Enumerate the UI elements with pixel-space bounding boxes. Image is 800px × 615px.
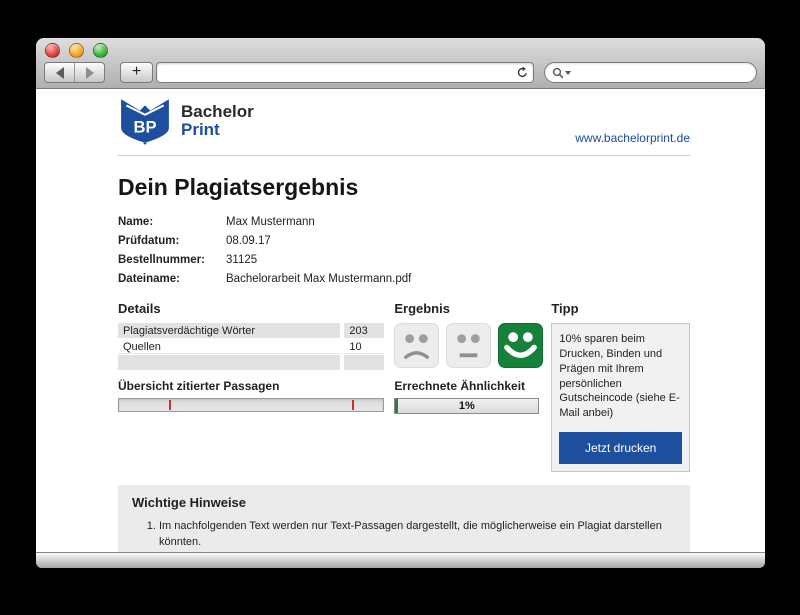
details-heading: Details	[118, 301, 384, 316]
info-label: Dateiname:	[118, 273, 226, 285]
info-value: Bachelorarbeit Max Mustermann.pdf	[226, 273, 411, 285]
info-row-dateiname: Dateiname: Bachelorarbeit Max Mustermann…	[118, 273, 690, 285]
notes-heading: Wichtige Hinweise	[132, 495, 676, 510]
table-row: Quellen 10	[118, 339, 384, 354]
result-section: Ergebnis	[394, 301, 539, 472]
passage-mark	[169, 400, 171, 410]
info-label: Name:	[118, 216, 226, 228]
tip-section: Tipp 10% sparen beim Drucken, Binden und…	[551, 301, 690, 472]
table-row: Plagiatsverdächtige Wörter 203	[118, 323, 384, 338]
page-title: Dein Plagiatsergebnis	[118, 174, 690, 201]
tip-box: 10% sparen beim Drucken, Binden und Präg…	[551, 323, 690, 472]
table-row	[118, 355, 384, 370]
reload-icon	[516, 66, 529, 79]
result-heading: Ergebnis	[394, 301, 539, 316]
detail-label: Quellen	[118, 339, 340, 354]
info-row-bestellnummer: Bestellnummer: 31125	[118, 254, 690, 266]
info-row-pruefdatum: Prüfdatum: 08.09.17	[118, 235, 690, 247]
minimize-window-button[interactable]	[69, 43, 84, 58]
logo-word-print: Print	[181, 121, 254, 139]
browser-status-bar	[36, 552, 765, 568]
cited-passages-bar	[118, 398, 384, 412]
window-controls	[45, 43, 108, 58]
report-info: Name: Max Mustermann Prüfdatum: 08.09.17…	[118, 216, 690, 285]
forward-arrow-icon	[86, 67, 94, 79]
back-button[interactable]	[45, 63, 74, 82]
cited-passages-heading: Übersicht zitierter Passagen	[118, 379, 384, 393]
bachelorprint-logo-icon: BP	[118, 97, 172, 145]
detail-value	[344, 355, 384, 370]
info-row-name: Name: Max Mustermann	[118, 216, 690, 228]
browser-window: +	[36, 38, 765, 568]
browser-toolbar: +	[44, 62, 757, 83]
new-tab-button[interactable]: +	[120, 62, 153, 83]
logo-wordmark: Bachelor Print	[181, 103, 254, 139]
neutral-smiley-icon	[446, 323, 491, 368]
similarity-bar: 1%	[394, 398, 539, 414]
passage-mark	[352, 400, 354, 410]
logo-word-bachelor: Bachelor	[181, 103, 254, 121]
address-input[interactable]	[157, 65, 511, 80]
info-value: 31125	[226, 254, 257, 266]
tip-heading: Tipp	[551, 301, 690, 316]
svg-text:BP: BP	[133, 117, 156, 136]
similarity-heading: Errechnete Ähnlichkeit	[394, 379, 539, 393]
detail-value: 10	[344, 339, 384, 354]
search-icon	[552, 67, 564, 79]
page-content: BP Bachelor Print www.bachelorprint.de D…	[36, 89, 765, 552]
detail-label: Plagiatsverdächtige Wörter	[118, 323, 340, 338]
search-input[interactable]	[571, 65, 749, 80]
detail-label	[118, 355, 340, 370]
reload-button[interactable]	[511, 66, 533, 79]
print-now-button[interactable]: Jetzt drucken	[559, 432, 682, 464]
zoom-window-button[interactable]	[93, 43, 108, 58]
forward-button[interactable]	[74, 63, 104, 82]
info-value: 08.09.17	[226, 235, 271, 247]
smiley-scale	[394, 323, 539, 368]
navigation-buttons	[44, 62, 105, 83]
tip-text: 10% sparen beim Drucken, Binden und Präg…	[559, 332, 682, 421]
details-section: Details Plagiatsverdächtige Wörter 203 Q…	[118, 301, 384, 472]
browser-chrome: +	[36, 38, 765, 89]
similarity-value: 1%	[459, 400, 475, 412]
info-label: Prüfdatum:	[118, 235, 226, 247]
similarity-fill	[395, 399, 398, 413]
page-header: BP Bachelor Print www.bachelorprint.de	[118, 95, 690, 156]
info-value: Max Mustermann	[226, 216, 315, 228]
note-item: Im nachfolgenden Text werden nur Text-Pa…	[159, 519, 676, 551]
address-bar	[156, 62, 534, 83]
back-arrow-icon	[56, 67, 64, 79]
detail-value: 203	[344, 323, 384, 338]
bachelorprint-logo: BP Bachelor Print	[118, 97, 254, 145]
search-bar	[544, 62, 757, 83]
website-link[interactable]: www.bachelorprint.de	[575, 131, 690, 145]
important-notes-box: Wichtige Hinweise Im nachfolgenden Text …	[118, 485, 690, 552]
summary-columns: Details Plagiatsverdächtige Wörter 203 Q…	[118, 301, 690, 472]
close-window-button[interactable]	[45, 43, 60, 58]
sad-smiley-icon	[394, 323, 439, 368]
notes-list: Im nachfolgenden Text werden nur Text-Pa…	[132, 519, 676, 552]
happy-smiley-icon-active	[498, 323, 543, 368]
info-label: Bestellnummer:	[118, 254, 226, 266]
